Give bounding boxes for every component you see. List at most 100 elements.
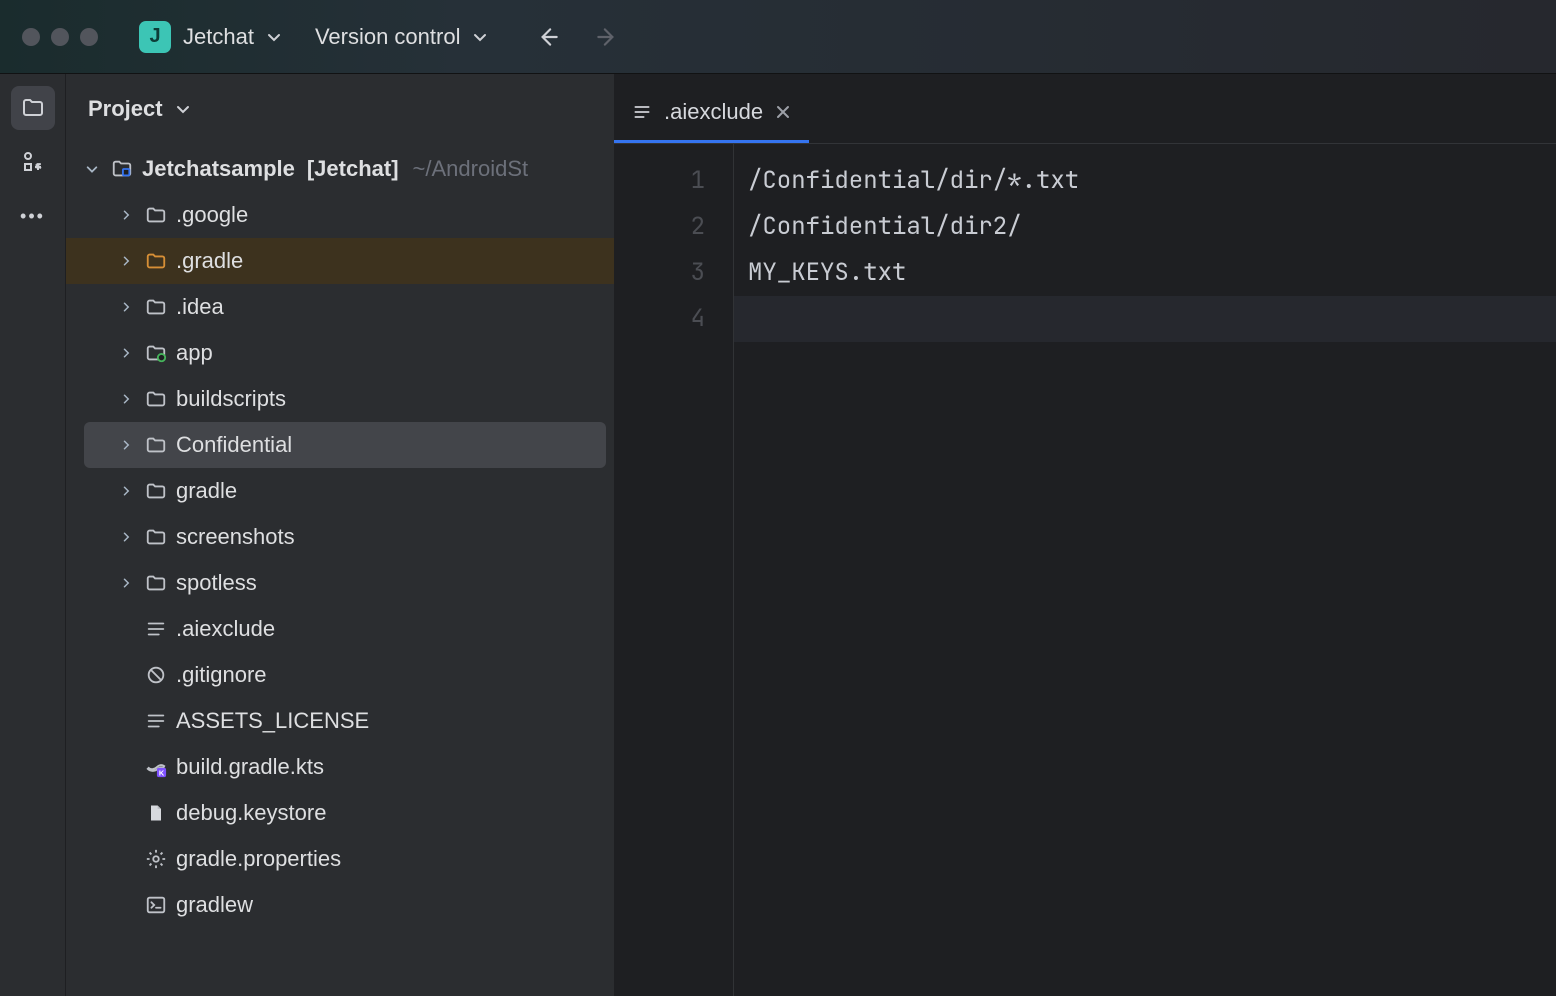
tree-item-label: spotless (176, 570, 257, 596)
tree-item[interactable]: screenshots (66, 514, 614, 560)
tree-item[interactable]: ASSETS_LICENSE (66, 698, 614, 744)
project-tree[interactable]: Jetchatsample [Jetchat] ~/AndroidSt .goo… (66, 144, 614, 996)
tree-item[interactable]: .gitignore (66, 652, 614, 698)
text-icon (144, 617, 168, 641)
version-control-label: Version control (315, 24, 461, 50)
editor-tab[interactable]: .aiexclude (614, 83, 809, 143)
chevron-right-icon[interactable] (116, 439, 136, 451)
chevron-right-icon[interactable] (116, 209, 136, 221)
ignore-icon (144, 663, 168, 687)
tree-item-label: .gitignore (176, 662, 267, 688)
rail-structure-button[interactable] (11, 140, 55, 184)
tool-rail: ••• (0, 74, 66, 996)
editor-area: .aiexclude 1234 /Confidential/dir/*.txt/… (614, 74, 1556, 996)
tree-item-label: Confidential (176, 432, 292, 458)
tree-item[interactable]: gradle.properties (66, 836, 614, 882)
chevron-right-icon[interactable] (116, 577, 136, 589)
window-minimize-dot[interactable] (51, 28, 69, 46)
project-pane-title: Project (88, 96, 163, 122)
chevron-right-icon[interactable] (116, 347, 136, 359)
module-icon (144, 341, 168, 365)
tree-root-path: ~/AndroidSt (413, 156, 529, 182)
more-icon: ••• (20, 206, 45, 227)
project-tool-window: Project Jetchatsample [Jetchat] ~/Androi… (66, 74, 614, 996)
code-line[interactable] (748, 296, 1556, 342)
code-line[interactable]: /Confidential/dir2/ (748, 204, 1556, 250)
code-line[interactable]: /Confidential/dir/*.txt (748, 158, 1556, 204)
project-letter-icon: J (139, 21, 171, 53)
tree-item-label: .idea (176, 294, 224, 320)
main-split: ••• Project Jetchatsample [Jetchat] ~/An… (0, 74, 1556, 996)
editor-text[interactable]: /Confidential/dir/*.txt/Confidential/dir… (734, 144, 1556, 996)
project-name-label: Jetchat (183, 24, 254, 50)
tree-item[interactable]: .aiexclude (66, 606, 614, 652)
editor-tab-bar: .aiexclude (614, 74, 1556, 144)
tree-root-bracket: [Jetchat] (307, 156, 399, 182)
tree-item[interactable]: gradle (66, 468, 614, 514)
rail-more-button[interactable]: ••• (11, 194, 55, 238)
version-control-menu[interactable]: Version control (315, 24, 489, 50)
svg-text:K: K (159, 768, 165, 777)
tree-item-label: .aiexclude (176, 616, 275, 642)
tree-item-label: gradle (176, 478, 237, 504)
tree-item[interactable]: debug.keystore (66, 790, 614, 836)
tree-item[interactable]: app (66, 330, 614, 376)
chevron-right-icon[interactable] (116, 531, 136, 543)
tree-root[interactable]: Jetchatsample [Jetchat] ~/AndroidSt (66, 146, 614, 192)
tree-item[interactable]: .google (66, 192, 614, 238)
tree-item[interactable]: .idea (66, 284, 614, 330)
module-folder-icon (110, 157, 134, 181)
folder-icon (144, 479, 168, 503)
tree-item[interactable]: Confidential (84, 422, 606, 468)
window-zoom-dot[interactable] (80, 28, 98, 46)
tree-item[interactable]: gradlew (66, 882, 614, 928)
folder-icon (144, 525, 168, 549)
code-line[interactable]: MY_KEYS.txt (748, 250, 1556, 296)
tree-item[interactable]: .gradle (66, 238, 614, 284)
tree-item-label: .gradle (176, 248, 243, 274)
rail-project-button[interactable] (11, 86, 55, 130)
folder-icon (144, 203, 168, 227)
gutter-line-number: 4 (614, 296, 705, 342)
project-pane-header[interactable]: Project (66, 74, 614, 144)
tree-item[interactable]: spotless (66, 560, 614, 606)
project-selector[interactable]: J Jetchat (139, 21, 282, 53)
chevron-down-icon (266, 29, 282, 45)
chevron-right-icon[interactable] (116, 393, 136, 405)
folder-icon (21, 96, 45, 120)
chevron-right-icon[interactable] (116, 485, 136, 497)
chevron-right-icon[interactable] (116, 301, 136, 313)
close-icon[interactable] (775, 104, 791, 120)
editor-gutter: 1234 (614, 144, 734, 996)
nav-forward-button[interactable] (586, 16, 628, 58)
nav-back-button[interactable] (527, 16, 569, 58)
folder-icon (144, 387, 168, 411)
chevron-right-icon[interactable] (116, 255, 136, 267)
tree-root-name: Jetchatsample (142, 156, 295, 182)
gutter-line-number: 2 (614, 204, 705, 250)
folder-icon (144, 295, 168, 319)
editor-body[interactable]: 1234 /Confidential/dir/*.txt/Confidentia… (614, 144, 1556, 996)
tree-item-label: buildscripts (176, 386, 286, 412)
tree-item-label: gradlew (176, 892, 253, 918)
gutter-line-number: 3 (614, 250, 705, 296)
chevron-down-icon (175, 101, 191, 117)
tree-item-label: ASSETS_LICENSE (176, 708, 369, 734)
text-icon (144, 709, 168, 733)
titlebar: J Jetchat Version control (0, 0, 1556, 74)
editor-tab-filename: .aiexclude (664, 99, 763, 125)
chevron-down-icon (472, 29, 488, 45)
folder-icon (144, 571, 168, 595)
folder-icon (144, 433, 168, 457)
tree-item-label: screenshots (176, 524, 295, 550)
tree-item-label: build.gradle.kts (176, 754, 324, 780)
text-file-icon (632, 102, 652, 122)
terminal-icon (144, 893, 168, 917)
window-close-dot[interactable] (22, 28, 40, 46)
file-icon (144, 801, 168, 825)
folder-icon (144, 249, 168, 273)
gear-icon (144, 847, 168, 871)
chevron-down-icon[interactable] (82, 162, 102, 176)
tree-item[interactable]: Kbuild.gradle.kts (66, 744, 614, 790)
tree-item[interactable]: buildscripts (66, 376, 614, 422)
